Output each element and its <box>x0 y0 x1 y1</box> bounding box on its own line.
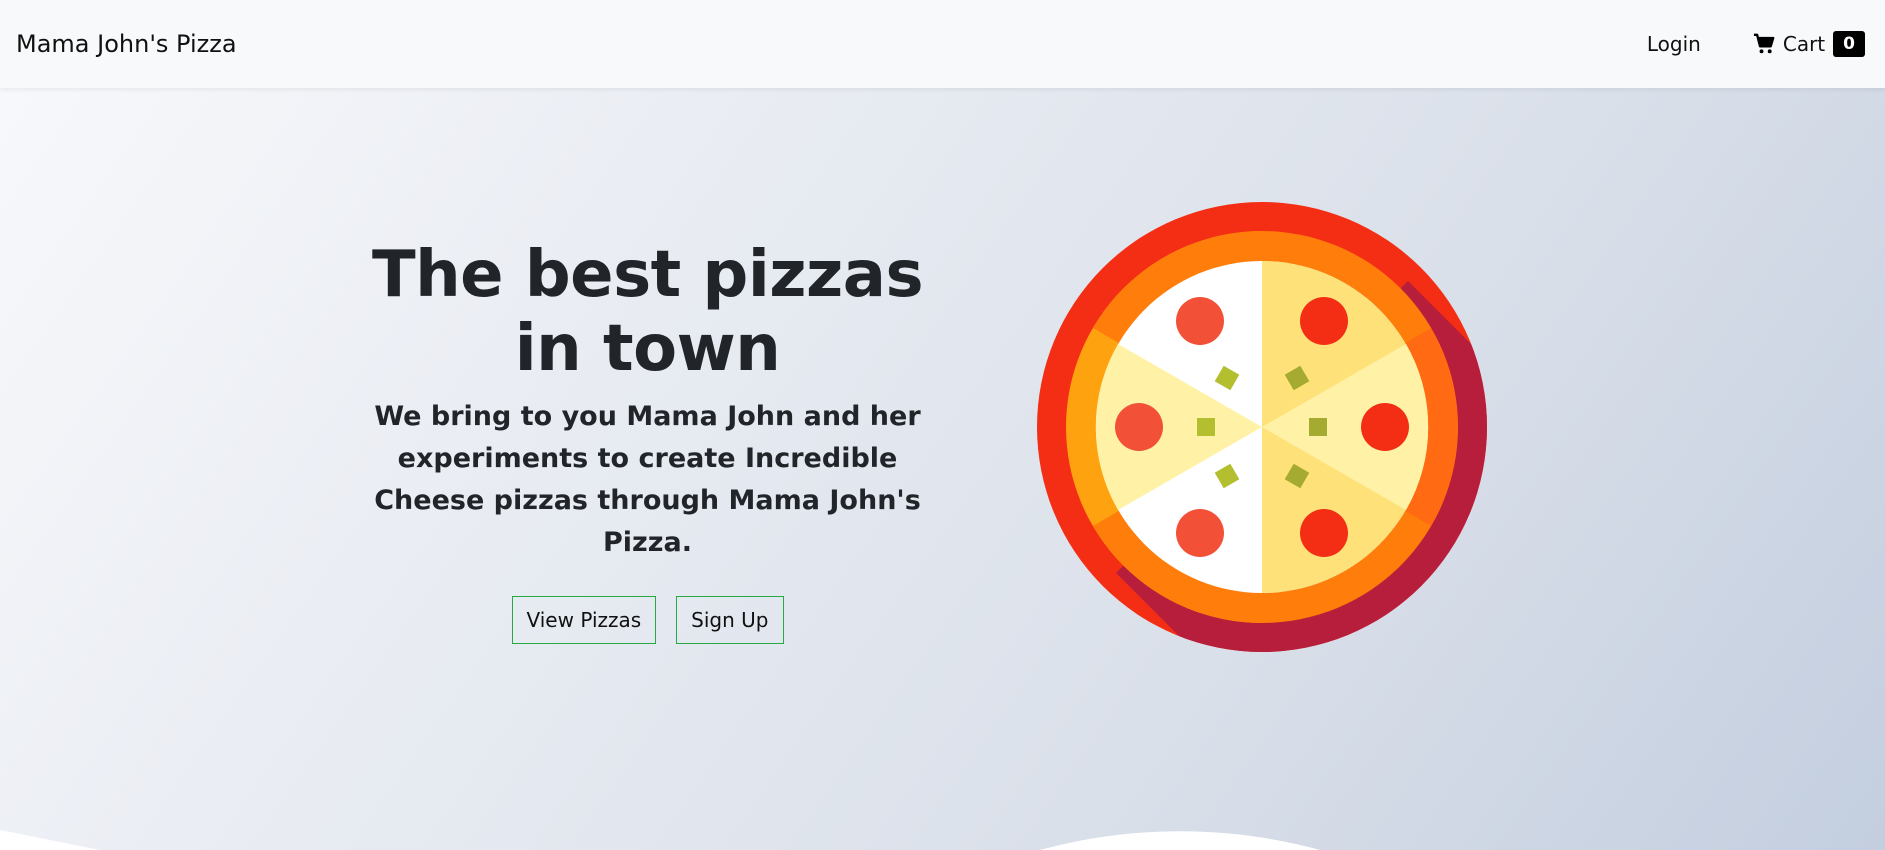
pepperoni <box>1176 297 1224 345</box>
pepperoni <box>1300 509 1348 557</box>
olive-bit <box>1309 418 1327 436</box>
olive-bit <box>1197 418 1215 436</box>
cart-link[interactable]: Cart 0 <box>1753 30 1865 58</box>
navbar: Mama John's Pizza Login Cart 0 <box>0 0 1885 88</box>
nav-right: Login Cart 0 <box>1647 30 1869 58</box>
sign-up-button[interactable]: Sign Up <box>676 596 784 644</box>
pepperoni <box>1115 403 1163 451</box>
cart-label: Cart <box>1782 32 1826 56</box>
pepperoni <box>1300 297 1348 345</box>
cart-count-badge: 0 <box>1833 30 1865 58</box>
bottom-wave <box>0 830 1320 850</box>
login-link[interactable]: Login <box>1647 32 1701 56</box>
hero-text: The best pizzas in town We bring to you … <box>360 238 935 644</box>
pizza-icon <box>1037 202 1487 652</box>
pepperoni <box>1176 509 1224 557</box>
view-pizzas-button[interactable]: View Pizzas <box>511 596 657 644</box>
hero-section: The best pizzas in town We bring to you … <box>0 88 1885 850</box>
shopping-cart-icon <box>1753 33 1775 54</box>
hero-subtitle: We bring to you Mama John and her experi… <box>374 401 921 558</box>
pepperoni <box>1361 403 1409 451</box>
brand-link[interactable]: Mama John's Pizza <box>16 30 237 58</box>
hero-buttons: View Pizzas Sign Up <box>360 596 935 644</box>
hero-title: The best pizzas in town <box>371 238 924 386</box>
